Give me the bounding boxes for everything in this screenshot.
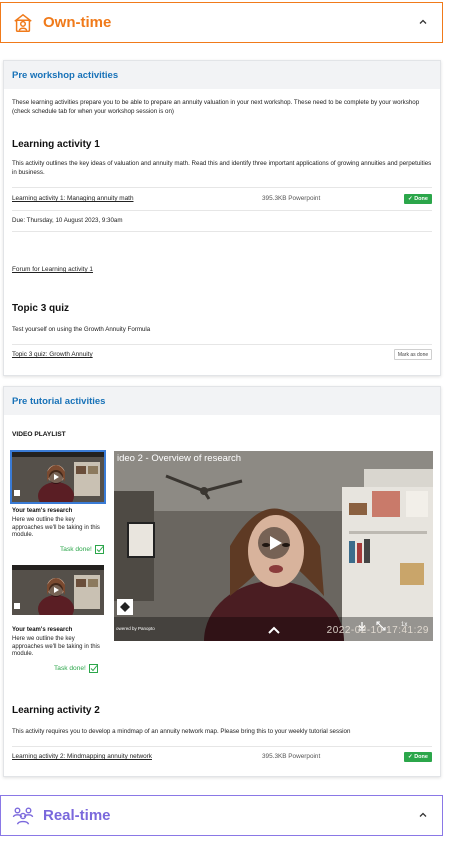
video-player[interactable]: ideo 2 - Overview of research owered by … xyxy=(114,451,433,641)
activity1-done-badge[interactable]: ✓ Done xyxy=(404,194,432,204)
page: Own-time Pre workshop activities These l… xyxy=(0,0,449,843)
playlist-item-description: Here we outline the key approaches we'll… xyxy=(12,636,100,658)
divider xyxy=(12,231,432,232)
pre-workshop-card: Pre workshop activities These learning a… xyxy=(3,60,441,376)
task-done-label: Task done! xyxy=(54,665,86,672)
video-title: ideo 2 - Overview of research xyxy=(117,453,242,464)
checkbox-checked-icon xyxy=(94,545,104,554)
playlist-item-title[interactable]: Your team's research xyxy=(12,627,72,633)
activity1-description: This activity outlines the key ideas of … xyxy=(12,160,432,176)
task-done-label: Task done! xyxy=(60,546,92,553)
real-time-title: Real-time xyxy=(43,807,111,824)
divider xyxy=(12,746,432,747)
divider xyxy=(12,210,432,211)
activity2-link[interactable]: Learning activity 2: Mindmapping annuity… xyxy=(12,753,152,760)
pre-tutorial-header: Pre tutorial activities xyxy=(4,387,440,415)
group-icon xyxy=(12,807,34,825)
pre-tutorial-heading: Pre tutorial activities xyxy=(12,395,106,407)
video-playlist-label: VIDEO PLAYLIST xyxy=(12,431,66,438)
checkbox-checked-icon xyxy=(88,664,98,673)
activity2-description: This activity requires you to develop a … xyxy=(12,728,351,735)
activity1-file-size: 395.3KB Powerpoint xyxy=(262,195,321,202)
pre-workshop-header: Pre workshop activities xyxy=(4,61,440,89)
pre-workshop-heading: Pre workshop activities xyxy=(12,69,119,81)
chevron-up-icon[interactable] xyxy=(267,625,281,635)
activity1-forum-link[interactable]: Forum for Learning activity 1 xyxy=(12,266,93,273)
activity1-link[interactable]: Learning activity 1: Managing annuity ma… xyxy=(12,195,134,202)
pre-tutorial-card: Pre tutorial activities VIDEO PLAYLIST Y… xyxy=(3,386,441,777)
own-time-title: Own-time xyxy=(43,14,112,31)
video-timestamp: 2022-02-10 17:41:29 xyxy=(326,625,429,636)
task-done-status: Task done! xyxy=(54,664,98,673)
divider xyxy=(12,187,432,188)
quiz-link[interactable]: Topic 3 quiz: Growth Annuity xyxy=(12,351,93,358)
powered-by-label: owered by Panopto xyxy=(116,626,155,631)
activity2-done-badge[interactable]: ✓ Done xyxy=(404,752,432,762)
done-label: Done xyxy=(414,754,428,760)
panopto-logo-icon xyxy=(117,599,133,615)
mark-as-done-button[interactable]: Mark as done xyxy=(394,349,432,360)
activity2-title: Learning activity 2 xyxy=(12,705,100,716)
own-time-accordion-header[interactable]: Own-time xyxy=(0,2,443,43)
playlist-item-description: Here we outline the key approaches we'll… xyxy=(12,517,100,539)
pre-workshop-intro: These learning activities prepare you to… xyxy=(12,99,420,115)
task-done-status: Task done! xyxy=(60,545,104,554)
chevron-up-icon[interactable] xyxy=(416,808,430,822)
done-label: Done xyxy=(414,196,428,202)
quiz-title: Topic 3 quiz xyxy=(12,303,70,314)
playlist-thumbnail[interactable] xyxy=(12,565,104,615)
chevron-up-icon[interactable] xyxy=(416,15,430,29)
real-time-accordion-header[interactable]: Real-time xyxy=(0,795,443,836)
quiz-description: Test yourself on using the Growth Annuit… xyxy=(12,326,151,333)
divider xyxy=(12,344,432,345)
playlist-item-title[interactable]: Your team's research xyxy=(12,508,72,514)
activity1-due-date: Due: Thursday, 10 August 2023, 9:30am xyxy=(12,217,123,224)
play-icon[interactable] xyxy=(257,526,291,560)
playlist-thumbnail[interactable] xyxy=(10,450,106,504)
activity2-file-size: 395.3KB Powerpoint xyxy=(262,753,321,760)
person-clock-icon xyxy=(14,13,32,32)
activity1-title: Learning activity 1 xyxy=(12,139,100,150)
